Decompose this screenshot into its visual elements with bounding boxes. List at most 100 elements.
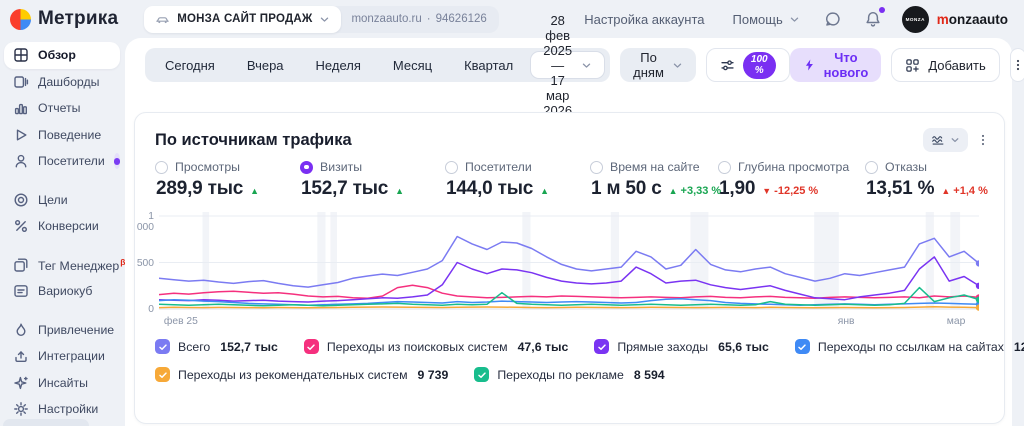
metric-value: 1,90 xyxy=(719,178,755,200)
account-name[interactable]: monzaauto xyxy=(937,12,1008,27)
kebab-icon xyxy=(1011,58,1024,72)
check-icon xyxy=(477,370,487,380)
metric-value: 13,51 % xyxy=(866,178,934,200)
help-label: Помощь xyxy=(733,12,783,27)
sampling-badge: 100 % xyxy=(743,52,776,79)
account-settings-link[interactable]: Настройка аккаунта xyxy=(584,12,704,27)
grouping-select[interactable]: По дням xyxy=(620,48,696,82)
card-title: По источникам трафика xyxy=(155,131,352,150)
check-icon xyxy=(158,342,168,352)
sidebar-item-label: Обзор xyxy=(38,48,76,62)
sidebar-item-conversions[interactable]: Конверсии xyxy=(4,213,120,240)
insights-icon xyxy=(13,375,29,391)
metrika-logo-icon xyxy=(10,9,31,30)
add-grid-icon xyxy=(905,58,920,73)
legend-item-0[interactable]: Всего152,7 тыс xyxy=(155,339,278,354)
whats-new-button[interactable]: Что нового xyxy=(790,48,882,82)
metric-radio[interactable] xyxy=(155,161,168,174)
metric-radio[interactable] xyxy=(590,161,603,174)
card-menu-button[interactable] xyxy=(976,133,990,147)
date-range-picker[interactable]: 28 фев 2025 — 17 мар 2026 xyxy=(530,51,605,79)
kebab-icon xyxy=(976,133,990,147)
sidebar-item-insights[interactable]: Инсайты xyxy=(4,370,120,397)
date-preset-group: СегодняВчераНеделяМесяцКвартал28 фев 202… xyxy=(145,48,610,82)
metric-tab-2[interactable]: Посетители144,0 тыс▲ xyxy=(445,160,549,200)
metric-tab-1[interactable]: Визиты152,7 тыс▲ xyxy=(300,160,404,200)
legend-checkbox[interactable] xyxy=(594,339,609,354)
notifications-bell-icon[interactable] xyxy=(864,10,882,28)
counter-id: 94626126 xyxy=(436,13,487,25)
legend-checkbox[interactable] xyxy=(155,339,170,354)
sidebar-item-reports[interactable]: Отчеты xyxy=(4,95,120,122)
counter-domain[interactable]: monzaauto.ru xyxy=(351,13,421,25)
preset-4[interactable]: Квартал xyxy=(448,48,529,82)
legend-item-4[interactable]: Переходы из рекомендательных систем9 739 xyxy=(155,367,448,382)
goals-icon xyxy=(13,192,29,208)
legend-checkbox[interactable] xyxy=(155,367,170,382)
metric-tab-4[interactable]: Глубина просмотра1,90▼ -12,25 % xyxy=(718,160,849,200)
metrika-logo[interactable]: Метрика xyxy=(10,8,118,30)
legend-value: 65,6 тыс xyxy=(718,340,769,354)
metric-radio[interactable] xyxy=(865,161,878,174)
sidebar-item-integrations[interactable]: Интеграции xyxy=(4,343,120,370)
sampling-button[interactable]: 100 % xyxy=(706,48,790,82)
preset-0[interactable]: Сегодня xyxy=(149,48,231,82)
legend-item-3[interactable]: Переходы по ссылкам на сайтах12,4 тыс xyxy=(795,339,1024,354)
chart-type-select[interactable] xyxy=(923,128,968,152)
notification-dot xyxy=(879,7,885,13)
metric-radio[interactable] xyxy=(445,161,458,174)
legend-label: Всего xyxy=(178,340,210,354)
metric-label: Время на сайте xyxy=(610,160,700,174)
check-icon xyxy=(597,342,607,352)
line-chart[interactable]: 1 0005000фев 25янвмар xyxy=(135,212,1004,330)
avatar[interactable]: MONZA xyxy=(902,6,929,33)
lightning-icon xyxy=(803,58,816,72)
legend-value: 47,6 тыс xyxy=(518,340,569,354)
metric-value: 144,0 тыс xyxy=(446,178,533,200)
metric-tab-3[interactable]: Время на сайте1 м 50 с▲ +3,33 % xyxy=(590,160,721,200)
legend-checkbox[interactable] xyxy=(304,339,319,354)
variocube-icon xyxy=(13,283,29,299)
sidebar-item-variocube[interactable]: Вариокуб xyxy=(4,278,120,305)
metric-tab-5[interactable]: Отказы13,51 %▲ +1,4 % xyxy=(865,160,988,200)
sidebar-item-label: Интеграции xyxy=(38,349,105,363)
sidebar-item-goals[interactable]: Цели xyxy=(4,187,120,214)
metric-value: 289,9 тыс xyxy=(156,178,243,200)
sidebar-item-behavior[interactable]: Поведение xyxy=(4,122,120,149)
preset-3[interactable]: Месяц xyxy=(377,48,448,82)
preset-1[interactable]: Вчера xyxy=(231,48,300,82)
account-name-first-letter: m xyxy=(937,12,949,27)
preset-2[interactable]: Неделя xyxy=(300,48,377,82)
sidebar-group: ЦелиКонверсии xyxy=(4,187,120,240)
toolbar-menu-button[interactable] xyxy=(1010,48,1024,82)
y-axis-tick: 500 xyxy=(135,258,154,269)
legend-checkbox[interactable] xyxy=(795,339,810,354)
legend-label: Переходы по рекламе xyxy=(497,368,624,382)
chat-icon[interactable] xyxy=(824,10,842,28)
counter-name: МОНЗА САЙТ ПРОДАЖ xyxy=(177,13,312,25)
metric-label: Отказы xyxy=(885,160,927,174)
legend-item-5[interactable]: Переходы по рекламе8 594 xyxy=(474,367,664,382)
chart-legend: Всего152,7 тыс Переходы из поисковых сист… xyxy=(155,339,990,395)
metric-value: 1 м 50 с xyxy=(591,178,662,200)
date-range-label: 28 фев 2025 — 17 мар 2026 xyxy=(543,13,572,118)
sidebar-item-dashboards[interactable]: Дашборды xyxy=(4,69,120,96)
sidebar-item-attraction[interactable]: Привлечение xyxy=(4,317,120,344)
metric-tab-0[interactable]: Просмотры289,9 тыс▲ xyxy=(155,160,259,200)
counter-name-button[interactable]: МОНЗА САЙТ ПРОДАЖ xyxy=(144,6,341,33)
account-name-rest: onzaauto xyxy=(949,12,1008,27)
metric-radio[interactable] xyxy=(300,161,313,174)
chevron-down-icon xyxy=(789,14,800,25)
legend-item-2[interactable]: Прямые заходы65,6 тыс xyxy=(594,339,769,354)
sidebar-item-visitors[interactable]: Посетители xyxy=(4,148,120,175)
sidebar-item-tag-manager[interactable]: Тег Менеджерβ xyxy=(4,252,120,279)
sidebar-group: Обзор ДашбордыОтчетыПоведениеПосетители xyxy=(4,42,120,175)
check-icon xyxy=(158,370,168,380)
help-menu[interactable]: Помощь xyxy=(733,12,800,27)
legend-item-1[interactable]: Переходы из поисковых систем47,6 тыс xyxy=(304,339,569,354)
metric-radio[interactable] xyxy=(718,161,731,174)
trend-up-icon: ▲ xyxy=(250,181,259,199)
sidebar-item-overview[interactable]: Обзор xyxy=(4,42,120,69)
legend-checkbox[interactable] xyxy=(474,367,489,382)
add-widget-button[interactable]: Добавить xyxy=(891,48,999,82)
